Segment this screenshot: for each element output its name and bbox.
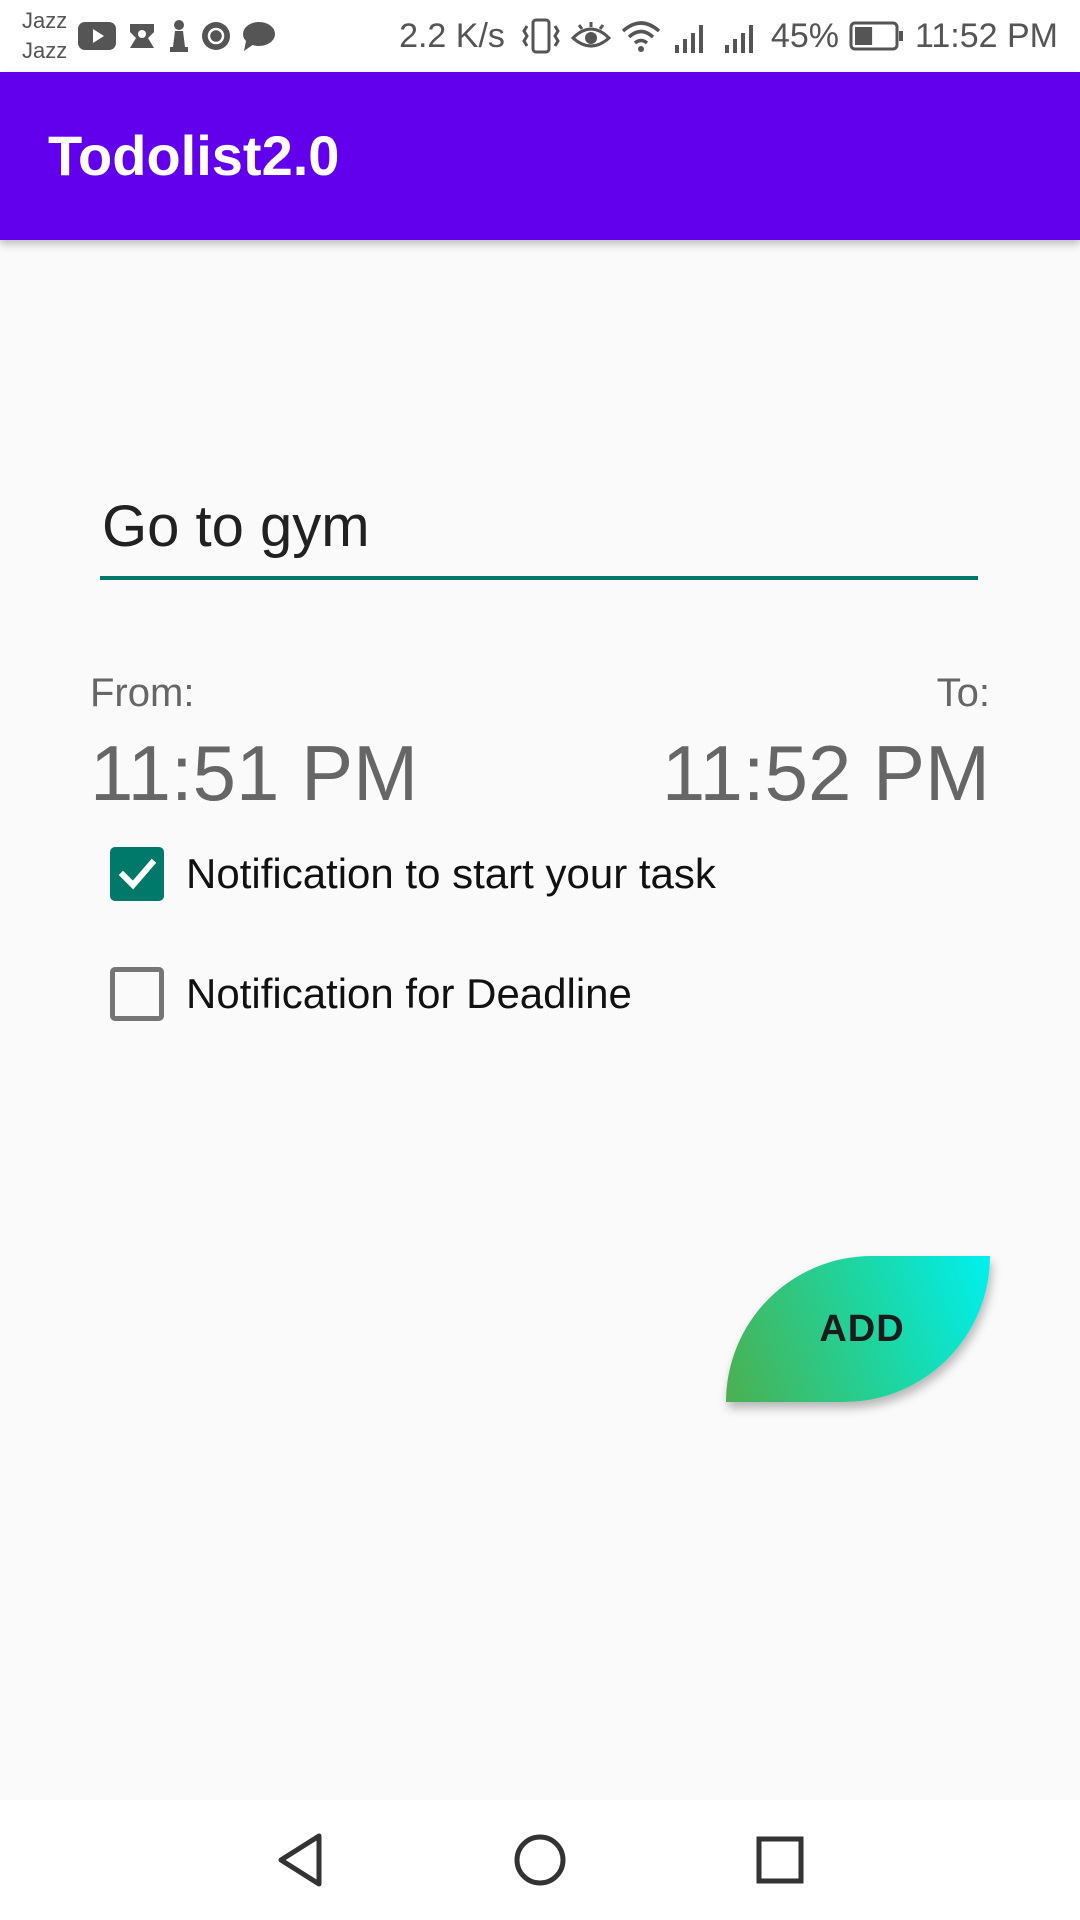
navigation-bar: [0, 1800, 1080, 1920]
deadline-notification-checkbox[interactable]: [110, 967, 164, 1021]
network-speed: 2.2 K/s: [399, 16, 505, 55]
app-bar: Todolist2.0: [0, 72, 1080, 240]
youtube-icon: [78, 22, 116, 50]
home-icon: [514, 1834, 566, 1886]
battery-percent: 45%: [770, 16, 839, 55]
task-name-input[interactable]: [100, 490, 978, 580]
eye-icon: [570, 20, 611, 52]
vibrate-icon: [521, 18, 561, 54]
signal-icon: [671, 19, 711, 53]
carrier-line-2: Jazz: [22, 38, 68, 63]
status-right: 2.2 K/s 45% 11:52 PM: [399, 14, 1058, 58]
add-button-label: ADD: [819, 1307, 905, 1350]
add-button[interactable]: ADD: [726, 1256, 990, 1402]
deadline-notification-option[interactable]: Notification for Deadline: [110, 966, 632, 1022]
carrier-line-1: Jazz: [22, 8, 68, 33]
checkmark-icon: [118, 858, 157, 890]
from-label: From:: [90, 671, 195, 715]
carrier-name: Jazz Jazz: [22, 6, 67, 66]
battery-icon: [849, 21, 905, 51]
recent-apps-button[interactable]: [745, 1828, 815, 1892]
wifi-icon: [621, 19, 661, 53]
settings-badge-icon: [200, 20, 232, 52]
back-button[interactable]: [265, 1828, 335, 1892]
chat-icon: [242, 21, 276, 51]
clock: 11:52 PM: [914, 16, 1058, 55]
start-notification-label: Notification to start your task: [186, 850, 716, 897]
home-button[interactable]: [505, 1828, 575, 1892]
page-title: Todolist2.0: [48, 124, 340, 187]
from-time-picker[interactable]: 11:51 PM: [90, 728, 418, 818]
to-label: To:: [936, 671, 990, 715]
notification-icons: [78, 18, 276, 54]
signal-icon: [721, 19, 761, 53]
start-notification-checkbox[interactable]: [110, 847, 164, 901]
chess-icon: [168, 19, 190, 53]
recent-apps-icon: [756, 1836, 804, 1884]
deadline-notification-label: Notification for Deadline: [186, 970, 632, 1017]
app-notification-icon: [126, 20, 158, 52]
status-bar: Jazz Jazz 2.2 K/s 45% 11:52 PM: [0, 0, 1080, 72]
back-icon: [278, 1833, 322, 1887]
start-notification-option[interactable]: Notification to start your task: [110, 846, 716, 902]
to-time-picker[interactable]: 11:52 PM: [662, 728, 990, 818]
